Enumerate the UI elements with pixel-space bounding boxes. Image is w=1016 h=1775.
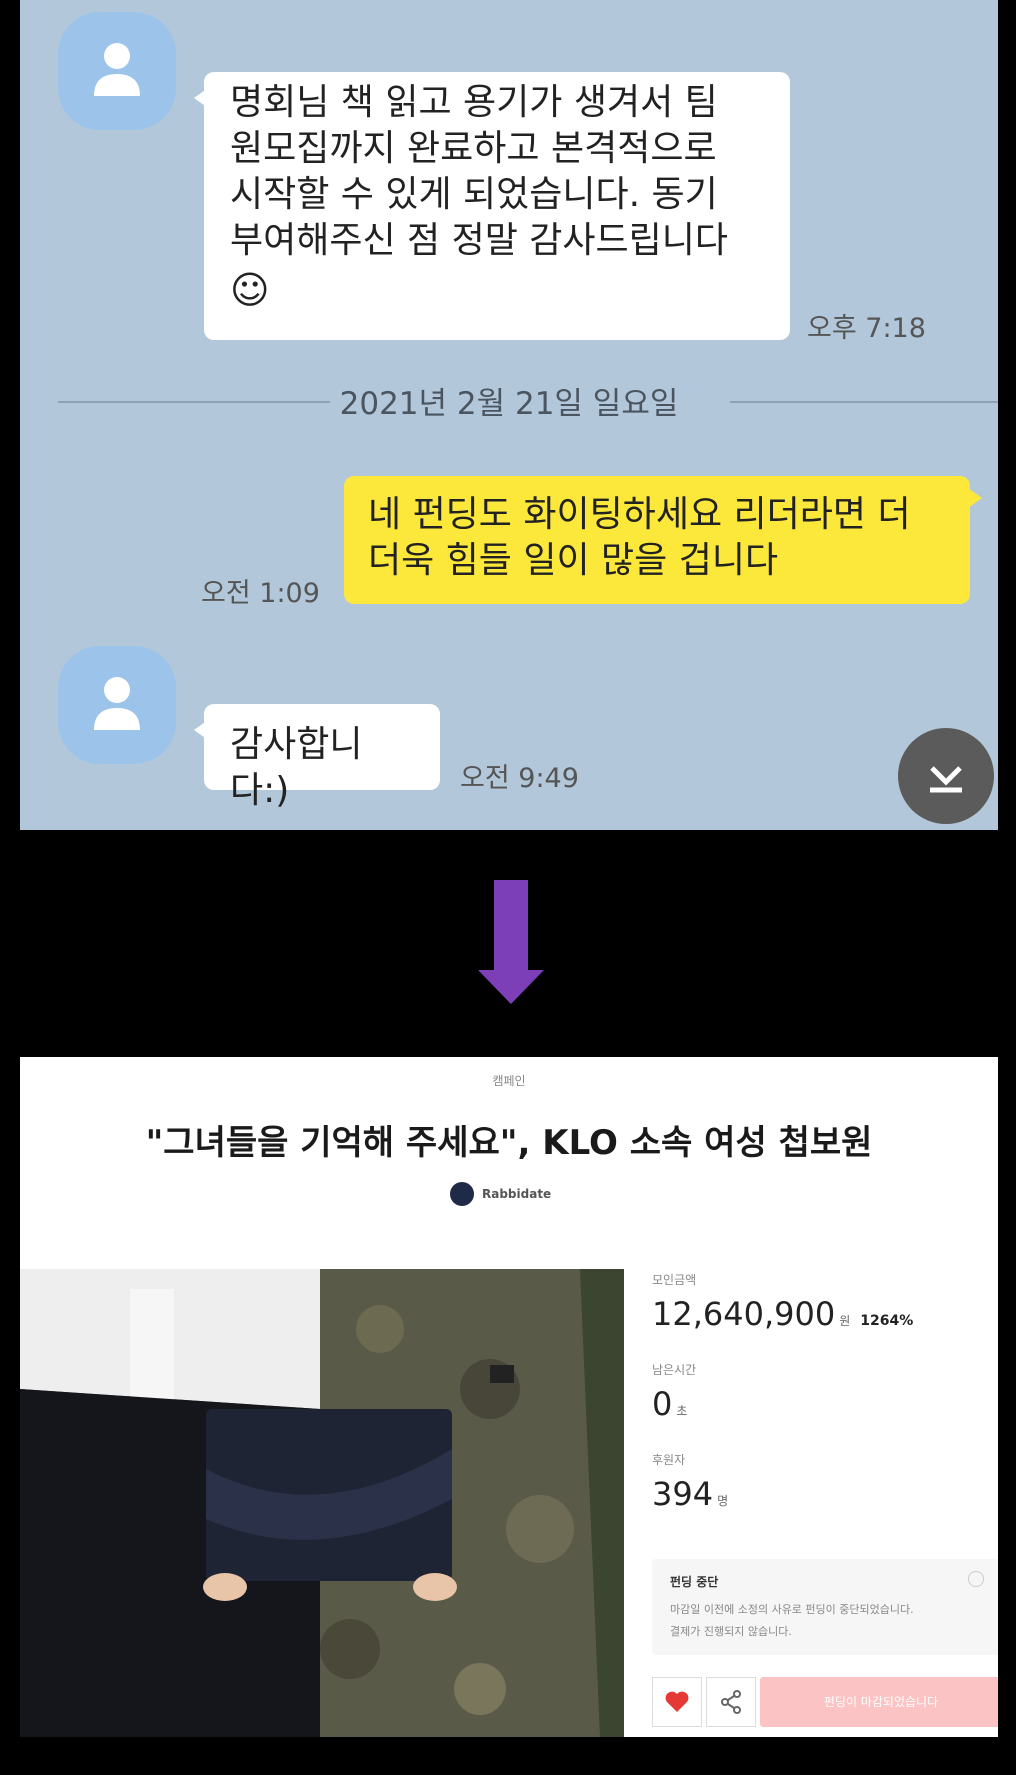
stat-unit: 원 <box>839 1314 851 1328</box>
funding-page: 캠페인 "그녀들을 기억해 주세요", KLO 소속 여성 첩보원 Rabbid… <box>20 1057 998 1737</box>
stat-label: 모인금액 <box>652 1273 697 1287</box>
stat-label: 남은시간 <box>652 1363 697 1377</box>
message-line: 네 펀딩도 화이팅하세요 리더라면 더 <box>368 494 911 535</box>
share-icon <box>721 1690 741 1714</box>
message-line: 더욱 힘들 일이 많을 겁니다 <box>368 540 779 581</box>
message-time: 오전 9:49 <box>460 763 579 794</box>
chat-window: 명회님 책 읽고 용기가 생겨서 팀 원모집까지 완료하고 본격적으로 시작할 … <box>20 0 998 830</box>
scroll-to-bottom-button[interactable] <box>898 728 994 824</box>
creator-name: Rabbidate <box>482 1187 552 1201</box>
scroll-to-bottom-icon <box>930 766 962 793</box>
project-image <box>20 1269 624 1737</box>
notice-text: 결제가 진행되지 않습니다. <box>670 1625 792 1638</box>
share-button[interactable] <box>706 1677 756 1727</box>
like-button[interactable] <box>652 1677 702 1727</box>
raised-amount: 12,640,900 원 1264% <box>652 1295 913 1333</box>
notice-title: 펀딩 중단 <box>670 1575 719 1589</box>
message-bubble[interactable]: 감사합니다:) <box>194 704 440 811</box>
project-photo <box>20 1269 624 1737</box>
avatar[interactable] <box>58 646 176 764</box>
message-line: 시작할 수 있게 되었습니다. 동기 <box>230 174 718 215</box>
message-line: 원모집까지 완료하고 본격적으로 <box>230 128 717 169</box>
heart-icon <box>665 1691 689 1712</box>
message-line: 감사합니다:) <box>230 724 363 811</box>
funding-ended-button[interactable]: 펀딩이 마감되었습니다 <box>760 1677 998 1727</box>
stat-number: 0 <box>652 1385 673 1423</box>
creator-logo-icon <box>450 1182 474 1206</box>
stat-number: 394 <box>652 1475 714 1513</box>
message-bubble[interactable]: 네 펀딩도 화이팅하세요 리더라면 더 더욱 힘들 일이 많을 겁니다 <box>344 476 982 604</box>
stat-number: 12,640,900 <box>652 1295 836 1333</box>
funding-stopped-notice: 펀딩 중단 마감일 이전에 소정의 사유로 펀딩이 중단되었습니다. 결제가 진… <box>652 1559 998 1655</box>
backer-count: 394 명 <box>652 1475 728 1513</box>
achievement-rate: 1264% <box>860 1313 914 1329</box>
date-divider: 2021년 2월 21일 일요일 <box>339 386 679 422</box>
user-avatar-icon <box>94 677 140 730</box>
message-line: 명회님 책 읽고 용기가 생겨서 팀 <box>230 82 718 123</box>
down-arrow-icon <box>494 880 528 980</box>
user-avatar-icon <box>94 43 140 96</box>
avatar[interactable] <box>58 12 176 130</box>
remaining-time: 0초 <box>652 1385 687 1423</box>
stat-label: 후원자 <box>652 1453 686 1467</box>
creator-link[interactable]: Rabbidate <box>450 1182 551 1206</box>
stat-unit: 명 <box>717 1494 729 1508</box>
down-arrow-head <box>478 970 544 1004</box>
message-time: 오전 1:09 <box>201 578 320 609</box>
smile-emoji-icon: ☺ <box>230 268 270 312</box>
message-bubble[interactable]: 명회님 책 읽고 용기가 생겨서 팀 원모집까지 완료하고 본격적으로 시작할 … <box>194 72 790 340</box>
message-time: 오후 7:18 <box>807 313 926 344</box>
notice-text: 마감일 이전에 소정의 사유로 펀딩이 중단되었습니다. <box>670 1603 914 1616</box>
info-icon[interactable] <box>968 1571 984 1587</box>
stat-unit: 초 <box>676 1404 688 1418</box>
page-title: "그녀들을 기억해 주세요", KLO 소속 여성 첩보원 <box>145 1123 873 1163</box>
message-line: 부여해주신 점 정말 감사드립니다 <box>230 220 729 261</box>
category-label[interactable]: 캠페인 <box>20 1072 998 1089</box>
